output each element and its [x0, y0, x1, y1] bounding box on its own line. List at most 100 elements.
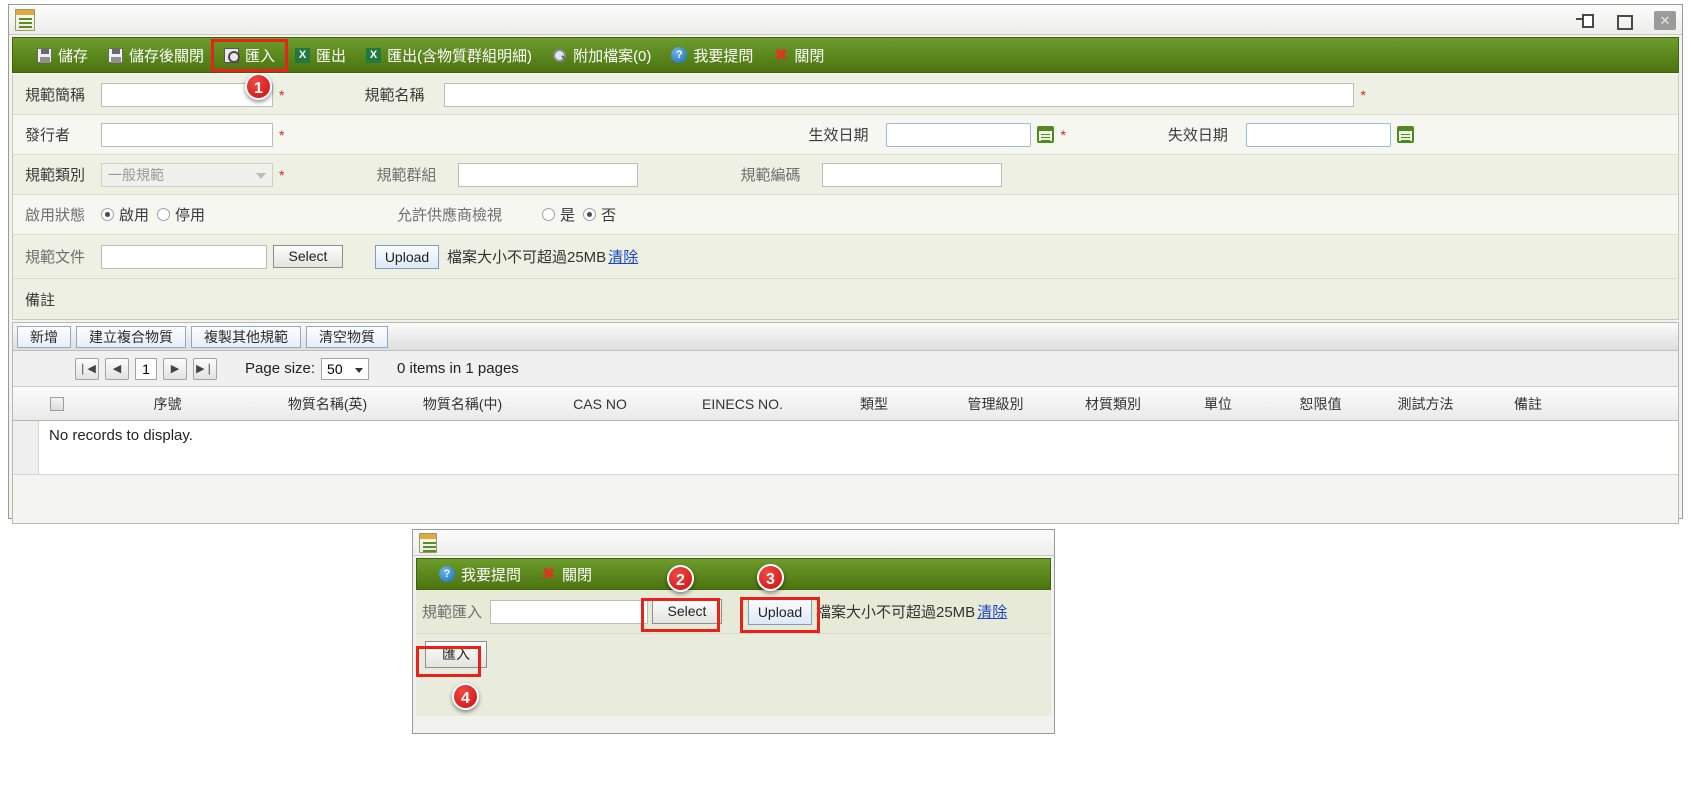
pager-current-page[interactable]: 1 [135, 357, 157, 380]
select-all-checkbox[interactable] [50, 396, 64, 411]
toolbar-item-close[interactable]: ✖ 關閉 [763, 42, 834, 69]
grid-filler [13, 475, 1678, 523]
annotation-badge-1: 1 [245, 73, 272, 100]
status-disabled-radio[interactable] [157, 208, 171, 221]
toolbar-item-ask[interactable]: ? 我要提問 [661, 42, 763, 69]
required-mark: * [1060, 126, 1066, 143]
main-toolbar: 儲存 儲存後關閉 匯入 X 匯出 X 匯出(含物質群組明細) 附加檔案(0) ?… [12, 37, 1679, 73]
page-size-select[interactable]: 50 [321, 357, 370, 380]
column-header-limit[interactable]: 恕限值 [1268, 394, 1373, 414]
clear-link[interactable]: 清除 [608, 246, 638, 267]
dialog-select-button[interactable]: Select [652, 599, 722, 624]
toolbar-label: 匯入 [245, 47, 276, 65]
dialog-upload-button[interactable]: Upload [748, 598, 812, 625]
column-header-seq[interactable]: 序號 [75, 394, 260, 414]
spec-category-label: 規範類別 [25, 167, 86, 184]
toolbar-item-attachments[interactable]: 附加檔案(0) [542, 42, 661, 69]
spec-group-input[interactable] [458, 162, 639, 187]
calendar-icon[interactable] [1396, 126, 1414, 143]
spec-short-name-label: 規範簡稱 [25, 87, 86, 104]
dialog-import-button[interactable]: 匯入 [425, 641, 487, 668]
magnifier-icon [552, 48, 567, 63]
grid-toolbar: 新增 建立複合物質 複製其他規範 清空物質 [13, 323, 1678, 351]
spec-code-label: 規範編碼 [740, 167, 801, 184]
toolbar-item-import[interactable]: 匯入 [211, 38, 289, 72]
spec-category-value: 一般規範 [108, 166, 164, 183]
toolbar-item-export[interactable]: X 匯出 [285, 42, 356, 69]
close-x-icon: ✖ [541, 565, 556, 583]
screenshot-root: ✕ 儲存 儲存後關閉 匯入 X 匯出 X 匯出(含物質群組明細) 附加檔案(0)… [0, 0, 1691, 792]
status-label: 啟用狀態 [25, 207, 86, 224]
column-header-level[interactable]: 管理級別 [933, 394, 1058, 414]
substance-grid: 新增 建立複合物質 複製其他規範 清空物質 ❘◀ ◀ 1 ▶ ▶❘ Page s… [12, 322, 1679, 524]
no-records-text: No records to display. [49, 427, 193, 444]
status-disabled-label: 停用 [175, 207, 206, 224]
import-dialog: ? 我要提問 ✖ 關閉 規範匯入 Select Upload 檔案大小不可超過2… [412, 529, 1055, 734]
pager-last-button[interactable]: ▶❘ [193, 357, 217, 380]
save-close-icon [108, 47, 124, 63]
dialog-toolbar-item-ask[interactable]: ? 我要提問 [429, 561, 531, 588]
spec-file-input[interactable] [101, 244, 267, 269]
close-button[interactable]: ✕ [1654, 10, 1676, 30]
column-header-name-zh[interactable]: 物質名稱(中) [395, 394, 530, 414]
dialog-titlebar [413, 530, 1054, 556]
calendar-icon[interactable] [1037, 126, 1055, 143]
spec-category-select[interactable]: 一般規範 [101, 162, 273, 187]
upload-button[interactable]: Upload [375, 244, 439, 269]
column-header-material[interactable]: 材質類別 [1058, 394, 1168, 414]
status-enabled-radio[interactable] [101, 208, 114, 221]
supplier-no-radio[interactable] [583, 208, 597, 221]
grid-button-add[interactable]: 新增 [17, 325, 71, 348]
dialog-file-size-hint: 檔案大小不可超過25MB [816, 604, 976, 621]
form-row-category: 規範類別 一般規範 * 規範群組 規範編碼 [13, 155, 1678, 195]
pager-info: 0 items in 1 pages [397, 360, 519, 377]
column-header-cas[interactable]: CAS NO [530, 396, 670, 412]
form-row-spec-file: 規範文件 Select Upload 檔案大小不可超過25MB 清除 [13, 235, 1678, 279]
dialog-clear-link[interactable]: 清除 [977, 601, 1007, 622]
toolbar-label: 附加檔案(0) [573, 47, 652, 65]
save-icon [37, 47, 52, 63]
toolbar-label: 我要提問 [693, 47, 754, 65]
spec-code-input[interactable] [822, 162, 1003, 187]
close-x-icon: ✖ [774, 46, 788, 64]
toolbar-item-save-close[interactable]: 儲存後關閉 [98, 42, 214, 69]
question-icon: ? [439, 566, 455, 582]
column-header-type[interactable]: 類型 [815, 394, 933, 414]
excel-export-icon: X [295, 47, 311, 63]
column-header-unit[interactable]: 單位 [1168, 394, 1268, 414]
restore-down-button[interactable] [1574, 11, 1594, 29]
expiry-date-label: 失效日期 [1167, 127, 1228, 144]
column-header-einecs[interactable]: EINECS NO. [670, 396, 815, 412]
form-row-issuer: 發行者 * 生效日期 * 失效日期 [13, 115, 1678, 155]
maximize-button[interactable] [1614, 11, 1633, 30]
spec-group-label: 規範群組 [376, 167, 437, 184]
expiry-date-input[interactable] [1245, 122, 1391, 147]
pager-next-button[interactable]: ▶ [163, 357, 187, 380]
issuer-input[interactable] [101, 122, 273, 147]
grid-button-create-compound[interactable]: 建立複合物質 [76, 325, 186, 348]
select-button[interactable]: Select [273, 245, 343, 268]
column-header-name-en[interactable]: 物質名稱(英) [260, 394, 395, 414]
window-titlebar: ✕ [9, 5, 1682, 35]
import-file-input[interactable] [490, 599, 648, 624]
form-row-remark: 備註 [13, 279, 1678, 319]
supplier-no-label: 否 [601, 207, 617, 224]
dialog-toolbar-item-close[interactable]: ✖ 關閉 [531, 561, 602, 588]
dialog-toolbar: ? 我要提問 ✖ 關閉 [416, 558, 1051, 590]
toolbar-item-export-detail[interactable]: X 匯出(含物質群組明細) [356, 42, 542, 69]
grid-button-clear-substance[interactable]: 清空物質 [306, 325, 388, 348]
column-header-remark[interactable]: 備註 [1478, 394, 1578, 414]
grid-button-copy-other-spec[interactable]: 複製其他規範 [191, 325, 301, 348]
page-size-value: 50 [327, 360, 343, 377]
effective-date-input[interactable] [886, 122, 1032, 147]
chevron-down-icon [256, 172, 266, 179]
annotation-badge-3: 3 [757, 564, 784, 591]
dialog-row-import-file: 規範匯入 Select Upload 檔案大小不可超過25MB 清除 [416, 590, 1051, 634]
supplier-yes-radio[interactable] [542, 208, 556, 221]
spec-name-input[interactable] [444, 82, 1355, 107]
toolbar-item-save[interactable]: 儲存 [27, 42, 98, 69]
pager-first-button[interactable]: ❘◀ [75, 357, 99, 380]
column-header-method[interactable]: 測試方法 [1373, 394, 1478, 414]
document-icon [15, 9, 35, 31]
pager-prev-button[interactable]: ◀ [105, 357, 129, 380]
